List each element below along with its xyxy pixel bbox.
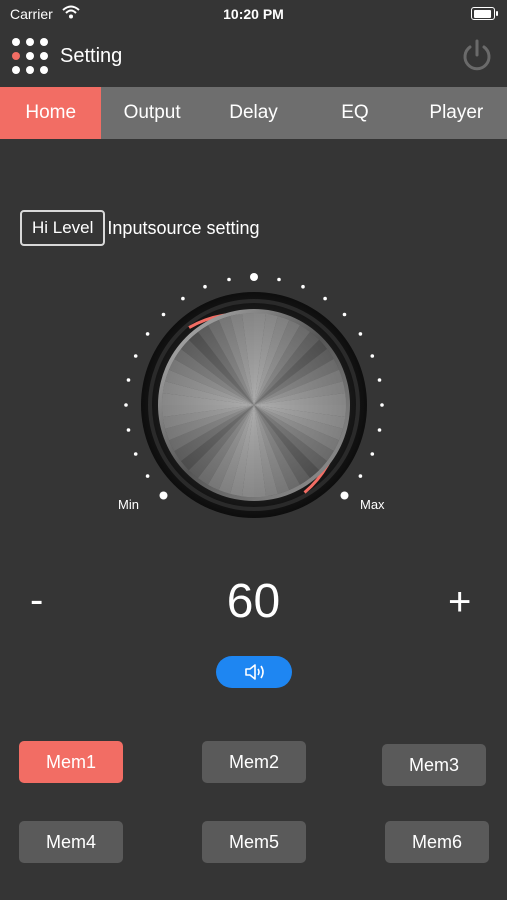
volume-knob[interactable] xyxy=(104,260,404,530)
knob-tick xyxy=(370,354,375,358)
mem5-button[interactable]: Mem5 xyxy=(202,821,306,863)
tab-player[interactable]: Player xyxy=(406,87,507,139)
mem2-button[interactable]: Mem2 xyxy=(202,741,306,783)
input-source-label: Inputsource setting xyxy=(107,217,260,238)
knob-max-label: Max xyxy=(360,497,385,512)
tab-delay[interactable]: Delay xyxy=(203,87,304,139)
knob-tick xyxy=(161,312,166,317)
knob-min-label: Min xyxy=(118,497,139,512)
knob-tick xyxy=(227,277,231,282)
input-source-row: Hi Level Inputsource setting xyxy=(20,210,260,246)
volume-value: 60 xyxy=(226,575,281,628)
knob-tick xyxy=(277,277,281,282)
knob-tick xyxy=(126,428,131,432)
page-title: Setting xyxy=(60,45,123,67)
knob-tick xyxy=(301,284,305,289)
knob-tick xyxy=(133,452,138,456)
knob-tick xyxy=(133,354,138,358)
status-bar: Carrier 10:20 PM xyxy=(0,0,507,28)
knob-major-tick xyxy=(159,491,168,500)
knob-tick xyxy=(124,403,128,407)
mem3-button[interactable]: Mem3 xyxy=(382,744,486,786)
knob-tick xyxy=(145,332,150,336)
tab-home[interactable]: Home xyxy=(0,87,102,139)
knob-tick xyxy=(323,296,327,301)
knob-tick xyxy=(126,378,131,382)
mem1-button[interactable]: Mem1 xyxy=(19,741,123,783)
knob-tick xyxy=(377,378,382,382)
knob-tick xyxy=(358,474,363,478)
volume-row: - 60 + xyxy=(0,570,507,640)
tab-output[interactable]: Output xyxy=(101,87,202,139)
knob-tick xyxy=(380,403,384,407)
knob-tick xyxy=(145,474,150,478)
volume-increase-button[interactable]: + xyxy=(448,580,471,625)
knob-tick xyxy=(203,284,207,289)
grid-menu-icon[interactable] xyxy=(12,38,48,74)
knob-tick xyxy=(358,332,363,336)
volume-knob-area: Min Max xyxy=(104,260,404,530)
knob-major-tick xyxy=(250,273,258,281)
knob-tick xyxy=(342,312,347,317)
nav-bar: Setting xyxy=(0,28,507,86)
power-icon[interactable] xyxy=(459,38,495,74)
input-level-button[interactable]: Hi Level xyxy=(20,210,106,246)
tab-bar: Home Output Delay EQ Player xyxy=(0,87,507,139)
mem6-button[interactable]: Mem6 xyxy=(385,821,489,863)
knob-tick xyxy=(377,428,382,432)
clock: 10:20 PM xyxy=(223,6,284,22)
speaker-icon xyxy=(245,664,264,680)
knob-major-tick xyxy=(340,491,349,500)
knob-tick xyxy=(370,452,375,456)
tab-eq[interactable]: EQ xyxy=(304,87,405,139)
mem4-button[interactable]: Mem4 xyxy=(19,821,123,863)
battery-icon xyxy=(471,7,498,20)
mute-button[interactable] xyxy=(216,656,292,688)
knob-tick xyxy=(181,296,185,301)
